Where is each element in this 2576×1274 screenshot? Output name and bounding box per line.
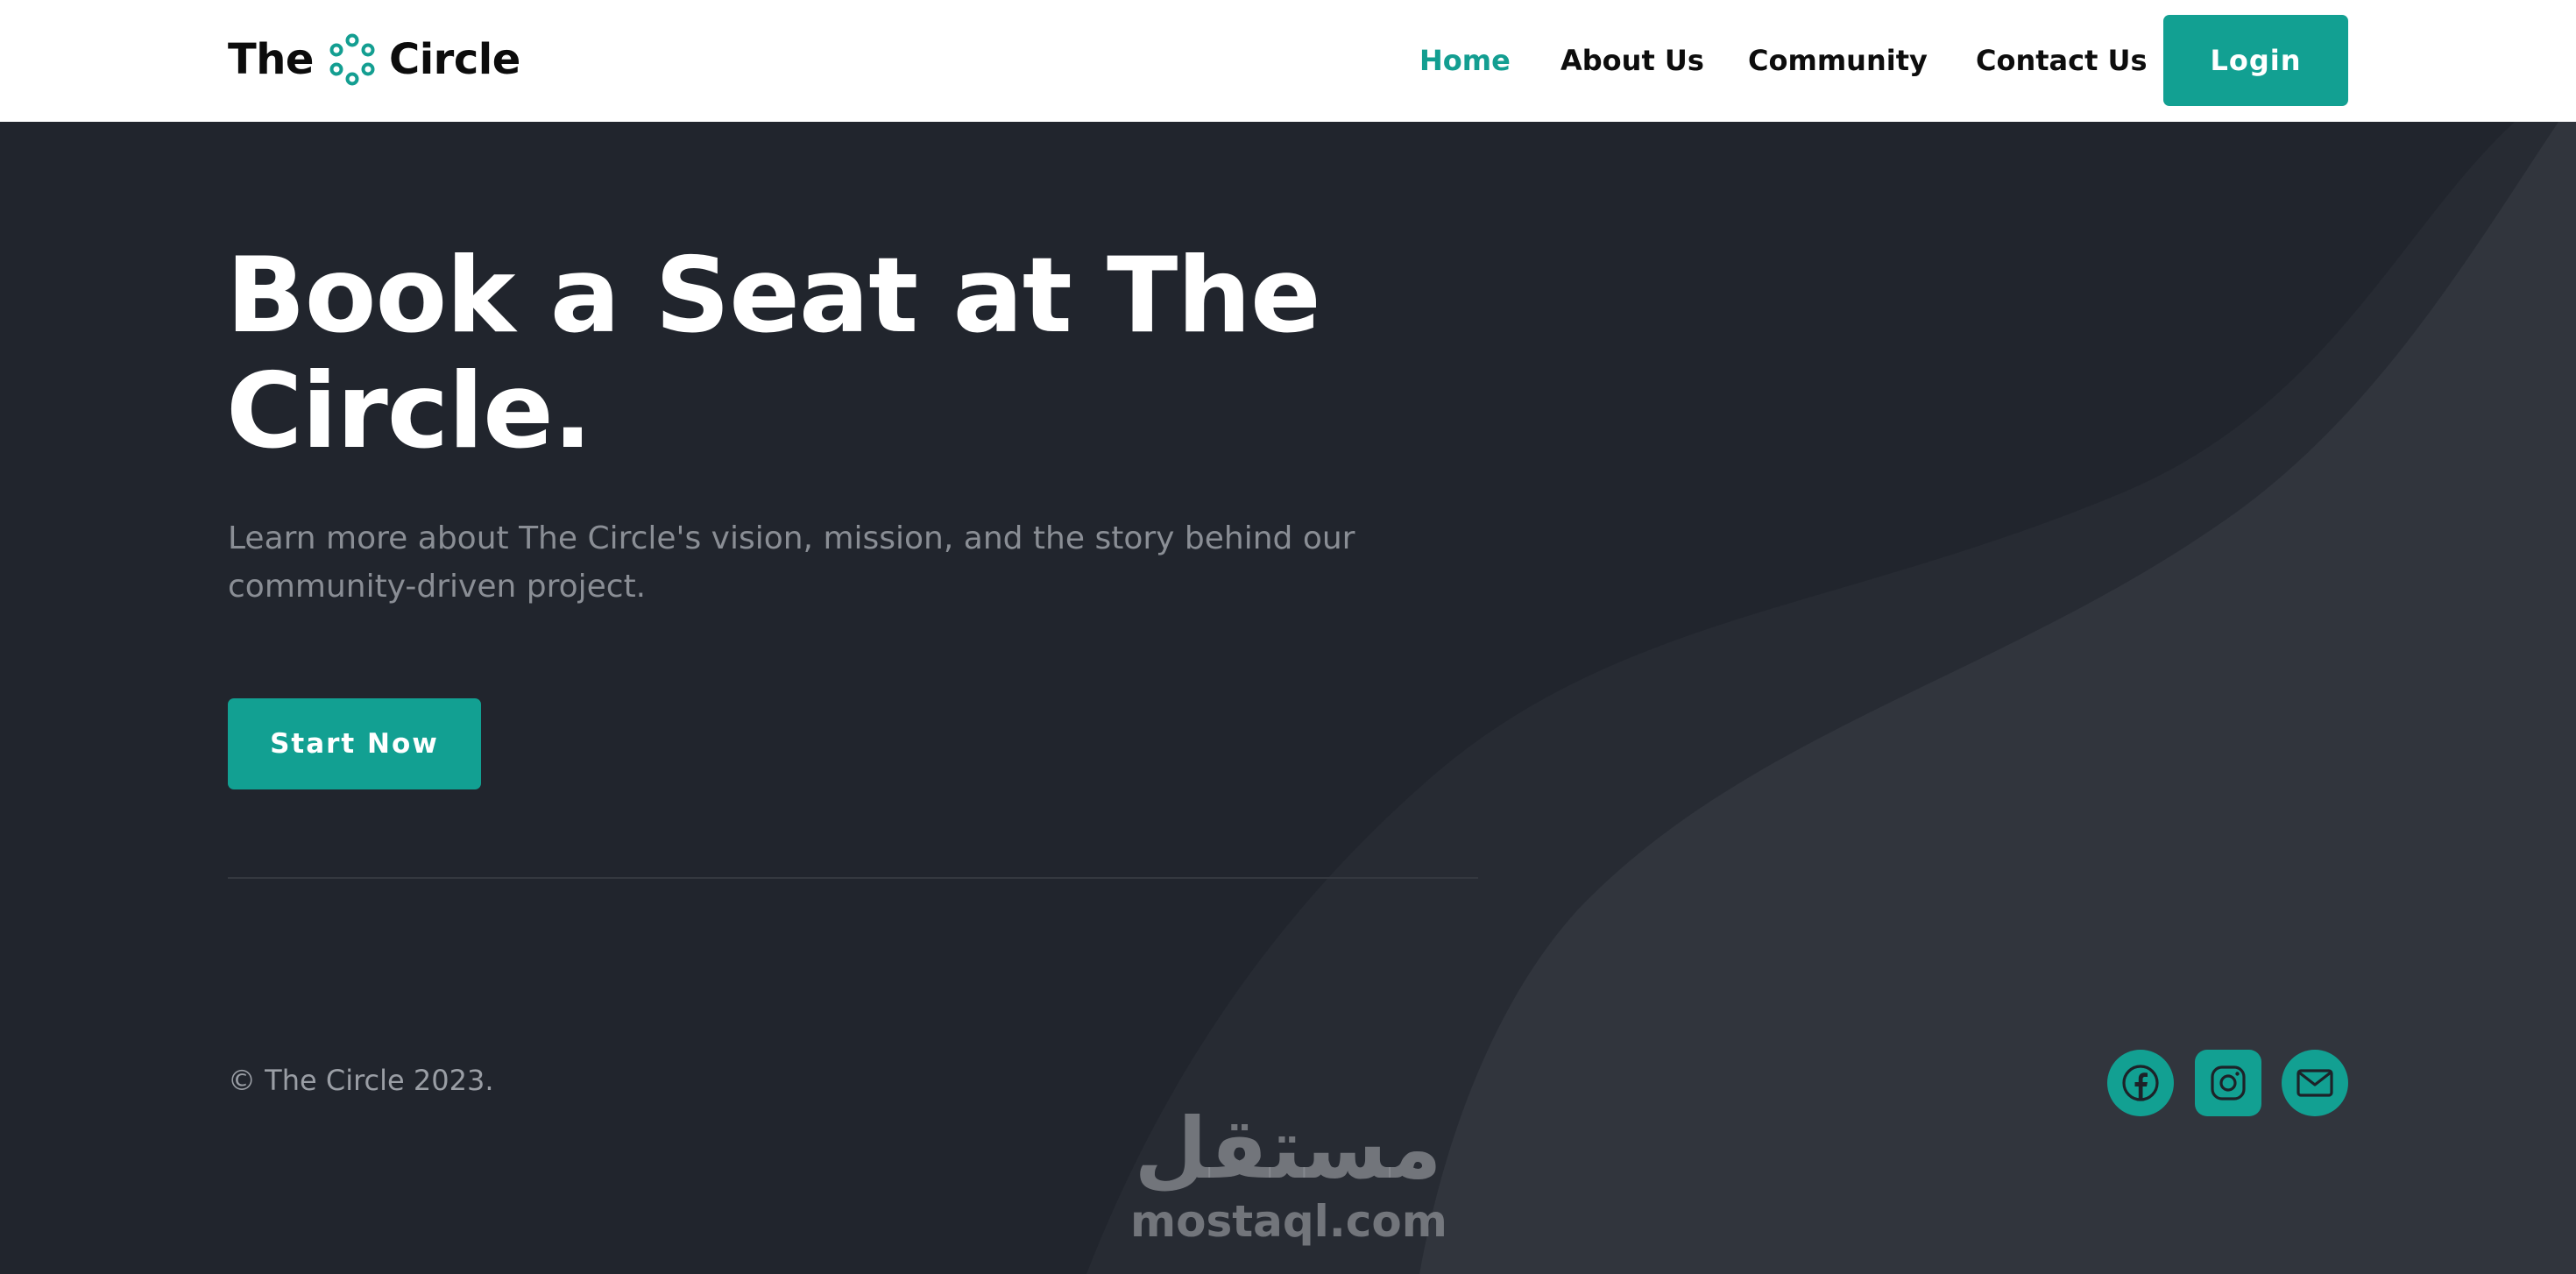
- facebook-link[interactable]: [2107, 1050, 2174, 1116]
- instagram-link[interactable]: [2195, 1050, 2261, 1116]
- copyright-text: © The Circle 2023.: [228, 1064, 494, 1097]
- hero-subtitle: Learn more about The Circle's vision, mi…: [228, 520, 1355, 605]
- site-header: The Circle Home About Us Community Conta…: [0, 0, 2576, 122]
- facebook-icon: [2122, 1065, 2159, 1101]
- logo[interactable]: The Circle: [228, 32, 520, 88]
- logo-text-prefix: The: [228, 35, 314, 84]
- nav-item-about-us[interactable]: About Us: [1560, 39, 1704, 82]
- divider: [228, 877, 1478, 879]
- login-button[interactable]: Login: [2163, 15, 2348, 106]
- hero-title: Book a Seat at The Circle.: [226, 236, 1321, 472]
- nav-item-community[interactable]: Community: [1748, 39, 1928, 82]
- logo-text-suffix: Circle: [388, 35, 520, 84]
- mail-link[interactable]: [2282, 1050, 2348, 1116]
- instagram-icon: [2211, 1065, 2246, 1101]
- mail-icon: [2296, 1069, 2333, 1097]
- circle-logo-icon: [329, 33, 375, 86]
- nav-item-home[interactable]: Home: [1419, 39, 1511, 82]
- start-now-button[interactable]: Start Now: [228, 698, 481, 789]
- nav-item-contact-us[interactable]: Contact Us: [1976, 39, 2148, 82]
